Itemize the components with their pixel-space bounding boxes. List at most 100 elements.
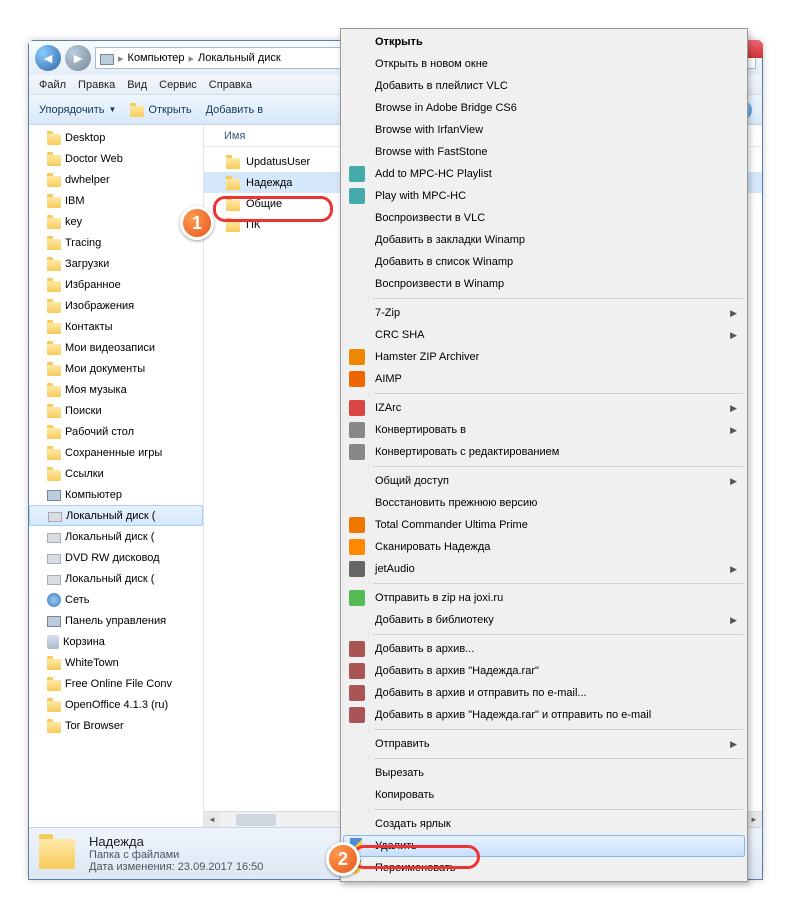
tree-item[interactable]: key — [29, 211, 203, 232]
context-menu-item[interactable]: Play with MPC-HC — [343, 185, 745, 207]
context-menu-item[interactable]: CRC SHA▶ — [343, 324, 745, 346]
context-menu-item[interactable]: Total Commander Ultima Prime — [343, 514, 745, 536]
tree-item[interactable]: Локальный диск ( — [29, 568, 203, 589]
tree-item[interactable]: IBM — [29, 190, 203, 211]
tree-item-label: Tracing — [65, 237, 101, 249]
context-menu-item[interactable]: Открыть в новом окне — [343, 53, 745, 75]
tree-item-label: Компьютер — [65, 489, 122, 501]
context-menu-item[interactable]: 7-Zip▶ — [343, 302, 745, 324]
menu-help[interactable]: Справка — [209, 79, 252, 91]
context-menu-item[interactable]: Добавить в архив... — [343, 638, 745, 660]
context-menu-label: Browse with IrfanView — [375, 124, 483, 136]
tree-item[interactable]: Free Online File Conv — [29, 673, 203, 694]
context-menu-item[interactable]: Вырезать — [343, 762, 745, 784]
context-menu-item[interactable]: Сканировать Надежда — [343, 536, 745, 558]
context-menu-label: Сканировать Надежда — [375, 541, 490, 553]
tree-item[interactable]: Рабочий стол — [29, 421, 203, 442]
chevron-right-icon: ▶ — [730, 739, 737, 750]
breadcrumb[interactable]: Компьютер — [128, 52, 185, 64]
chevron-right-icon: ▸ — [118, 52, 124, 65]
context-menu-item[interactable]: Добавить в закладки Winamp — [343, 229, 745, 251]
tree-item[interactable]: Локальный диск ( — [29, 526, 203, 547]
app-icon — [349, 539, 365, 555]
context-menu-item[interactable]: Конвертировать с редактированием — [343, 441, 745, 463]
context-menu-item[interactable]: Добавить в библиотеку▶ — [343, 609, 745, 631]
context-menu-label: Открыть в новом окне — [375, 58, 488, 70]
tree-item[interactable]: Компьютер — [29, 484, 203, 505]
context-menu-item[interactable]: Добавить в архив и отправить по e-mail..… — [343, 682, 745, 704]
context-menu-item[interactable]: AIMP — [343, 368, 745, 390]
context-menu-item[interactable]: Воспроизвести в VLC — [343, 207, 745, 229]
tree-item[interactable]: Загрузки — [29, 253, 203, 274]
tree-item[interactable]: OpenOffice 4.1.3 (ru) — [29, 694, 203, 715]
tree-item-label: Избранное — [65, 279, 121, 291]
tree-item-label: Корзина — [63, 636, 105, 648]
context-menu-item[interactable]: IZArc▶ — [343, 397, 745, 419]
context-menu-item[interactable]: Browse with IrfanView — [343, 119, 745, 141]
tree-item[interactable]: Моя музыка — [29, 379, 203, 400]
pc-icon — [47, 490, 61, 501]
context-menu-item[interactable]: Общий доступ▶ — [343, 470, 745, 492]
context-menu-item[interactable]: Добавить в архив "Надежда.rar" — [343, 660, 745, 682]
organize-button[interactable]: Упорядочить ▼ — [39, 104, 116, 116]
context-menu-item[interactable]: Создать ярлык — [343, 813, 745, 835]
net-icon — [47, 593, 61, 607]
tree-item[interactable]: Локальный диск ( — [29, 505, 203, 526]
tree-item[interactable]: Панель управления — [29, 610, 203, 631]
tree-item[interactable]: Tracing — [29, 232, 203, 253]
tree-item[interactable]: WhiteTown — [29, 652, 203, 673]
context-menu-item[interactable]: Browse in Adobe Bridge CS6 — [343, 97, 745, 119]
breadcrumb[interactable]: Локальный диск — [198, 52, 281, 64]
nav-tree: DesktopDoctor WebdwhelperIBMkey Tracing За… — [29, 125, 204, 827]
scroll-left-icon[interactable]: ◄ — [204, 812, 220, 828]
context-menu-item[interactable]: Добавить в плейлист VLC — [343, 75, 745, 97]
context-menu-label: Общий доступ — [375, 475, 449, 487]
tree-item[interactable]: Ссылки — [29, 463, 203, 484]
tree-item[interactable]: Изображения — [29, 295, 203, 316]
menu-file[interactable]: Файл — [39, 79, 66, 91]
menu-tools[interactable]: Сервис — [159, 79, 197, 91]
bin-icon — [47, 635, 59, 649]
context-menu-item[interactable]: Переименовать — [343, 857, 745, 879]
menu-edit[interactable]: Правка — [78, 79, 115, 91]
context-menu-item[interactable]: Открыть — [343, 31, 745, 53]
context-menu-item[interactable]: Удалить — [343, 835, 745, 857]
forward-button[interactable]: ► — [65, 45, 91, 71]
tree-item[interactable]: Сеть — [29, 589, 203, 610]
tree-item[interactable]: Контакты — [29, 316, 203, 337]
context-menu-item[interactable]: Hamster ZIP Archiver — [343, 346, 745, 368]
context-menu-item[interactable]: Восстановить прежнюю версию — [343, 492, 745, 514]
scroll-thumb[interactable] — [236, 814, 276, 826]
open-button[interactable]: Открыть — [130, 104, 191, 116]
tree-item[interactable]: Doctor Web — [29, 148, 203, 169]
tree-item[interactable]: Сохраненные игры — [29, 442, 203, 463]
tree-item[interactable]: Desktop — [29, 127, 203, 148]
tree-item[interactable]: dwhelper — [29, 169, 203, 190]
tree-item[interactable]: DVD RW дисковод — [29, 547, 203, 568]
tree-item[interactable]: Избранное — [29, 274, 203, 295]
scroll-right-icon[interactable]: ► — [746, 812, 762, 828]
context-menu-item[interactable]: Добавить в список Winamp — [343, 251, 745, 273]
include-button[interactable]: Добавить в — [206, 104, 264, 116]
tree-item[interactable]: Мои видеозаписи — [29, 337, 203, 358]
menu-view[interactable]: Вид — [127, 79, 147, 91]
app-icon — [349, 707, 365, 723]
context-menu-item[interactable]: Add to MPC-HC Playlist — [343, 163, 745, 185]
context-menu-item[interactable]: Копировать — [343, 784, 745, 806]
context-menu-item[interactable]: Воспроизвести в Winamp — [343, 273, 745, 295]
context-menu-item[interactable]: Добавить в архив "Надежда.rar" и отправи… — [343, 704, 745, 726]
app-icon — [349, 590, 365, 606]
context-menu-item[interactable]: Конвертировать в▶ — [343, 419, 745, 441]
back-button[interactable]: ◄ — [35, 45, 61, 71]
tree-item[interactable]: Tor Browser — [29, 715, 203, 736]
tree-item[interactable]: Мои документы — [29, 358, 203, 379]
context-menu-item[interactable]: Browse with FastStone — [343, 141, 745, 163]
context-menu-item[interactable]: jetAudio▶ — [343, 558, 745, 580]
folder-icon — [226, 179, 240, 190]
context-menu-item[interactable]: Отправить▶ — [343, 733, 745, 755]
tree-item[interactable]: Поиски — [29, 400, 203, 421]
context-menu-item[interactable]: Отправить в zip на joxi.ru — [343, 587, 745, 609]
tree-item-label: Tor Browser — [65, 720, 124, 732]
context-menu-label: Удалить — [375, 840, 417, 852]
tree-item[interactable]: Корзина — [29, 631, 203, 652]
